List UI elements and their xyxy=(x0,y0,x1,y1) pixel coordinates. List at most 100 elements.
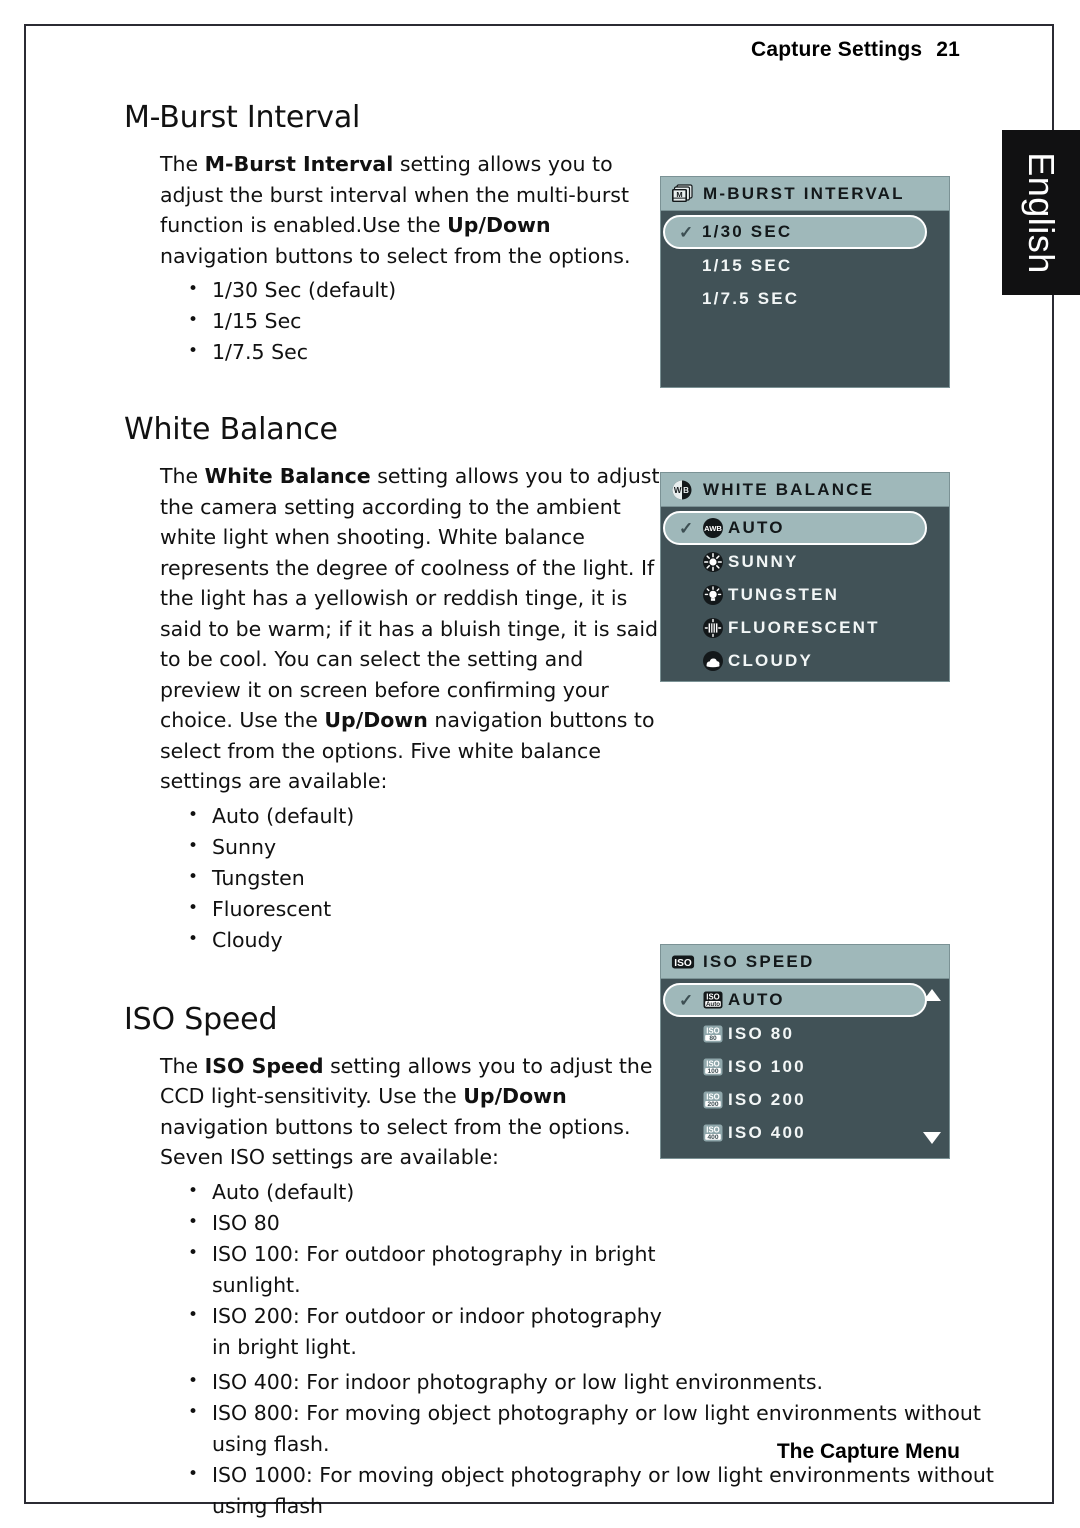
check-icon: ✓ xyxy=(679,222,694,242)
list-item: 1/7.5 Sec xyxy=(186,336,662,368)
fluorescent-icon xyxy=(703,617,723,638)
list-item: ISO 1000: For moving object photography … xyxy=(186,1459,1012,1522)
wb-icon: W B xyxy=(672,480,692,499)
heading-iso-speed: ISO Speed xyxy=(124,1001,278,1037)
lcd-row-iso-100[interactable]: ISO 100 ISO 100 xyxy=(661,1050,949,1083)
text-emphasis: Up/Down xyxy=(447,213,551,237)
list-mburst-options: 1/30 Sec (default) 1/15 Sec 1/7.5 Sec xyxy=(124,274,669,368)
content-column: M-Burst Interval The M-Burst Interval se… xyxy=(124,100,994,1522)
iso-auto-badge-icon: ISO Auto xyxy=(703,991,723,1009)
multi-burst-icon: M xyxy=(672,183,693,202)
heading-mburst-interval: M-Burst Interval xyxy=(124,100,361,135)
lcd-row-iso-400[interactable]: ISO 400 ISO 400 xyxy=(661,1116,949,1149)
language-tab: English xyxy=(1002,130,1080,295)
badge-bottom-text: 100 xyxy=(707,1067,718,1074)
language-tab-label: English xyxy=(1021,151,1062,274)
lcd-menu-mburst-interval: M M-BURST INTERVAL ✓ 1/30 SEC 1/15 SEC 1… xyxy=(660,176,950,388)
lcd-row-label: ISO 400 xyxy=(728,1122,806,1142)
lcd-menu-iso-speed: ISO ISO SPEED ✓ ISO Auto AUTO ISO 80 ISO… xyxy=(660,944,950,1159)
lcd-title-bar-mburst: M M-BURST INTERVAL xyxy=(661,177,949,211)
sun-icon xyxy=(703,551,723,572)
text-emphasis: Up/Down xyxy=(463,1084,567,1108)
list-item: ISO 80 xyxy=(186,1207,662,1239)
svg-text:W: W xyxy=(674,486,682,495)
lcd-rows-mburst: ✓ 1/30 SEC 1/15 SEC 1/7.5 SEC xyxy=(661,211,949,315)
lcd-title-bar-white-balance: W B WHITE BALANCE xyxy=(661,473,949,507)
lcd-rows-white-balance: ✓ AWB AUTO SUNNY TUNGSTEN FLUORESCENT CL… xyxy=(661,507,949,677)
check-icon: ✓ xyxy=(679,990,694,1010)
paragraph-iso-speed: The ISO Speed setting allows you to adju… xyxy=(160,1051,665,1173)
list-item: Tungsten xyxy=(186,862,662,894)
svg-text:ISO: ISO xyxy=(674,957,692,968)
iso-icon: ISO xyxy=(671,955,695,968)
list-item: Auto (default) xyxy=(186,800,662,832)
lcd-row-wb-sunny[interactable]: SUNNY xyxy=(661,545,949,578)
lcd-row-label: CLOUDY xyxy=(728,650,813,670)
lcd-row-label: 1/7.5 SEC xyxy=(702,288,800,308)
iso-400-badge-icon: ISO 400 xyxy=(703,1124,723,1141)
list-item: Sunny xyxy=(186,831,662,863)
running-header: Capture Settings 21 xyxy=(0,38,960,62)
lcd-row-1-15-sec[interactable]: 1/15 SEC xyxy=(661,249,949,282)
lcd-row-label: TUNGSTEN xyxy=(728,584,840,604)
lcd-row-1-7-5-sec[interactable]: 1/7.5 SEC xyxy=(661,282,949,315)
lcd-row-wb-auto[interactable]: ✓ AWB AUTO xyxy=(663,511,927,545)
list-iso-options-narrow: Auto (default) ISO 80 ISO 100: For outdo… xyxy=(124,1176,669,1363)
text-fragment: navigation buttons to select from the op… xyxy=(160,1114,631,1170)
cloud-icon xyxy=(703,650,723,671)
lcd-row-label: AUTO xyxy=(728,518,785,537)
footer-text: The Capture Menu xyxy=(776,1440,960,1463)
iso-80-badge-icon: ISO 80 xyxy=(703,1025,723,1042)
svg-text:B: B xyxy=(683,486,689,495)
lcd-row-1-30-sec[interactable]: ✓ 1/30 SEC xyxy=(663,215,927,249)
badge-bottom-text: 400 xyxy=(707,1133,718,1140)
list-item: Fluorescent xyxy=(186,893,662,925)
paragraph-white-balance: The White Balance setting allows you to … xyxy=(160,461,665,797)
iso-200-badge-icon: ISO 200 xyxy=(703,1091,723,1108)
heading-white-balance: White Balance xyxy=(124,412,338,447)
list-item: Cloudy xyxy=(186,924,662,956)
lcd-row-label: ISO 200 xyxy=(728,1089,806,1109)
tungsten-icon xyxy=(703,584,723,605)
text-fragment: The xyxy=(160,1053,205,1078)
lcd-row-iso-200[interactable]: ISO 200 ISO 200 xyxy=(661,1083,949,1116)
paragraph-mburst-interval: The M-Burst Interval setting allows you … xyxy=(160,149,665,271)
lcd-row-label: SUNNY xyxy=(728,551,799,571)
section-white-balance: White Balance The White Balance setting … xyxy=(124,412,669,956)
list-white-balance-options: Auto (default) Sunny Tungsten Fluorescen… xyxy=(124,800,669,956)
iso-100-badge-icon: ISO 100 xyxy=(703,1058,723,1075)
badge-bottom-text: 200 xyxy=(707,1100,718,1107)
lcd-rows-iso-speed: ✓ ISO Auto AUTO ISO 80 ISO 80 ISO 100 IS… xyxy=(661,979,949,1149)
lcd-title-text: M-BURST INTERVAL xyxy=(703,183,905,203)
lcd-row-label: ISO 100 xyxy=(728,1056,806,1076)
lcd-row-wb-tungsten[interactable]: TUNGSTEN xyxy=(661,578,949,611)
lcd-row-iso-auto[interactable]: ✓ ISO Auto AUTO xyxy=(663,983,927,1017)
lcd-row-iso-80[interactable]: ISO 80 ISO 80 xyxy=(661,1017,949,1050)
svg-text:M: M xyxy=(676,190,682,199)
lcd-title-text: WHITE BALANCE xyxy=(703,479,875,499)
lcd-row-wb-cloudy[interactable]: CLOUDY xyxy=(661,644,949,677)
lcd-title-bar-iso-speed: ISO ISO SPEED xyxy=(661,945,949,979)
lcd-row-label: AUTO xyxy=(728,990,785,1009)
lcd-row-label: ISO 80 xyxy=(728,1023,795,1043)
badge-bottom-text: 80 xyxy=(709,1034,717,1041)
text-emphasis: ISO Speed xyxy=(204,1053,324,1078)
lcd-title-text: ISO SPEED xyxy=(703,951,815,971)
svg-text:AWB: AWB xyxy=(704,524,722,533)
text-fragment: The xyxy=(160,464,205,488)
page-footer: The Capture Menu xyxy=(0,1440,960,1464)
awb-icon: AWB xyxy=(703,518,723,538)
list-item: ISO 100: For outdoor photography in brig… xyxy=(186,1238,662,1301)
text-fragment: The xyxy=(160,152,205,176)
page-number: 21 xyxy=(936,38,960,61)
header-title: Capture Settings xyxy=(751,38,923,61)
text-emphasis: M-Burst Interval xyxy=(204,152,394,176)
list-item: Auto (default) xyxy=(186,1176,662,1208)
text-emphasis: White Balance xyxy=(204,464,371,488)
section-mburst-interval: M-Burst Interval The M-Burst Interval se… xyxy=(124,100,669,368)
text-emphasis: Up/Down xyxy=(324,708,428,732)
list-item: ISO 400: For indoor photography or low l… xyxy=(186,1366,1012,1398)
lcd-row-wb-fluorescent[interactable]: FLUORESCENT xyxy=(661,611,949,644)
lcd-menu-white-balance: W B WHITE BALANCE ✓ AWB AUTO SUNNY TUNGS… xyxy=(660,472,950,682)
lcd-row-label: 1/15 SEC xyxy=(702,255,793,275)
